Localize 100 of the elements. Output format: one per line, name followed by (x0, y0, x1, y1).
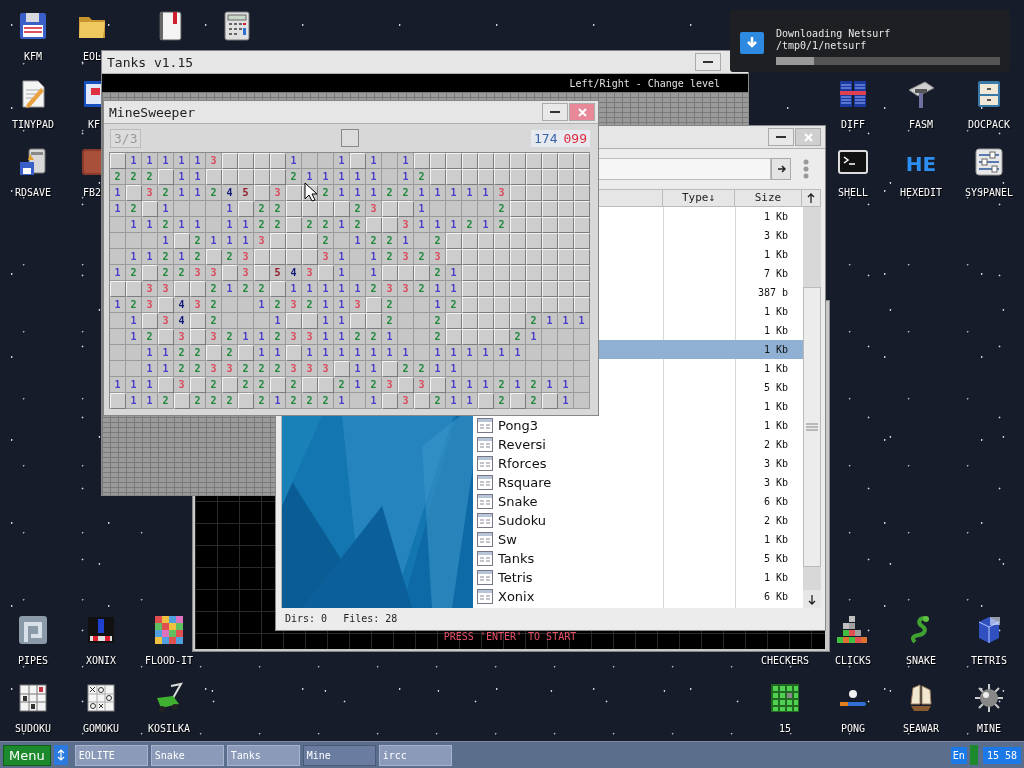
number-cell[interactable]: 1 (494, 345, 510, 361)
number-cell[interactable]: 2 (430, 233, 446, 249)
number-cell[interactable]: 2 (254, 201, 270, 217)
column-header[interactable]: Type↓ (663, 190, 735, 206)
number-cell[interactable]: 2 (206, 377, 222, 393)
number-cell[interactable]: 1 (366, 361, 382, 377)
number-cell[interactable]: 1 (446, 377, 462, 393)
scrollbar-thumb[interactable] (803, 287, 821, 567)
number-cell[interactable]: 1 (478, 345, 494, 361)
spiked-mine-icon[interactable] (973, 682, 1005, 714)
closed-cell[interactable] (462, 249, 478, 265)
open-cell[interactable] (126, 361, 142, 377)
closed-cell[interactable] (494, 313, 510, 329)
open-cell[interactable] (110, 217, 126, 233)
closed-cell[interactable] (446, 233, 462, 249)
file-row[interactable]: Pong3 1 Kb (473, 416, 803, 435)
number-cell[interactable]: 1 (430, 297, 446, 313)
closed-cell[interactable] (462, 297, 478, 313)
save-icon[interactable] (17, 146, 49, 178)
icon-label[interactable]: RDSAVE (14, 187, 52, 199)
open-cell[interactable] (446, 201, 462, 217)
number-cell[interactable]: 3 (254, 233, 270, 249)
number-cell[interactable]: 2 (110, 169, 126, 185)
open-cell[interactable] (206, 217, 222, 233)
closed-cell[interactable] (430, 153, 446, 169)
icon-label[interactable]: FLOOD-IT (144, 655, 194, 667)
number-cell[interactable]: 1 (366, 185, 382, 201)
open-cell[interactable] (558, 329, 574, 345)
number-cell[interactable]: 1 (174, 185, 190, 201)
number-cell[interactable]: 1 (174, 217, 190, 233)
number-cell[interactable]: 1 (350, 377, 366, 393)
closed-cell[interactable] (462, 329, 478, 345)
number-cell[interactable]: 1 (110, 377, 126, 393)
number-cell[interactable]: 2 (462, 217, 478, 233)
sliders-icon[interactable] (973, 146, 1005, 178)
number-cell[interactable]: 3 (142, 185, 158, 201)
number-cell[interactable]: 1 (270, 393, 286, 409)
closed-cell[interactable] (526, 217, 542, 233)
number-cell[interactable]: 3 (158, 313, 174, 329)
closed-cell[interactable] (222, 153, 238, 169)
number-cell[interactable]: 3 (174, 377, 190, 393)
open-cell[interactable] (110, 361, 126, 377)
file-row[interactable]: Xonix 6 Kb (473, 587, 803, 606)
closed-cell[interactable] (350, 153, 366, 169)
task-button[interactable]: EOLITE (74, 744, 148, 766)
number-cell[interactable]: 1 (126, 329, 142, 345)
calculator-icon[interactable] (221, 10, 253, 42)
number-cell[interactable]: 1 (398, 169, 414, 185)
number-cell[interactable]: 1 (142, 217, 158, 233)
number-cell[interactable]: 1 (558, 393, 574, 409)
closed-cell[interactable] (526, 297, 542, 313)
number-cell[interactable]: 3 (494, 185, 510, 201)
number-cell[interactable]: 1 (222, 233, 238, 249)
closed-cell[interactable] (414, 153, 430, 169)
closed-cell[interactable] (574, 201, 590, 217)
number-cell[interactable]: 1 (366, 249, 382, 265)
number-cell[interactable]: 1 (462, 185, 478, 201)
open-cell[interactable] (398, 329, 414, 345)
number-cell[interactable]: 2 (238, 281, 254, 297)
number-cell[interactable]: 1 (334, 217, 350, 233)
closed-cell[interactable] (286, 217, 302, 233)
number-cell[interactable]: 5 (270, 265, 286, 281)
number-cell[interactable]: 2 (302, 217, 318, 233)
number-cell[interactable]: 1 (462, 377, 478, 393)
number-cell[interactable]: 1 (414, 217, 430, 233)
number-cell[interactable]: 2 (222, 329, 238, 345)
number-cell[interactable]: 1 (414, 185, 430, 201)
number-cell[interactable]: 1 (142, 361, 158, 377)
number-cell[interactable]: 2 (430, 313, 446, 329)
open-cell[interactable] (238, 313, 254, 329)
number-cell[interactable]: 1 (126, 249, 142, 265)
closed-cell[interactable] (382, 361, 398, 377)
number-cell[interactable]: 1 (222, 281, 238, 297)
closed-cell[interactable] (430, 377, 446, 393)
closed-cell[interactable] (222, 265, 238, 281)
closed-cell[interactable] (558, 233, 574, 249)
closed-cell[interactable] (478, 297, 494, 313)
number-cell[interactable]: 1 (462, 345, 478, 361)
number-cell[interactable]: 2 (174, 265, 190, 281)
number-cell[interactable]: 1 (414, 201, 430, 217)
number-cell[interactable]: 4 (174, 297, 190, 313)
closed-cell[interactable] (478, 169, 494, 185)
closed-cell[interactable] (318, 265, 334, 281)
clock[interactable]: 15 58 (982, 746, 1021, 764)
closed-cell[interactable] (158, 377, 174, 393)
icon-label[interactable]: EOL (82, 51, 102, 63)
number-cell[interactable]: 1 (174, 169, 190, 185)
number-cell[interactable]: 1 (430, 185, 446, 201)
closed-cell[interactable] (222, 169, 238, 185)
open-cell[interactable] (414, 313, 430, 329)
number-cell[interactable]: 2 (190, 249, 206, 265)
number-cell[interactable]: 2 (494, 377, 510, 393)
number-cell[interactable]: 2 (270, 329, 286, 345)
hex-editor-icon[interactable]: HE (905, 146, 937, 178)
number-cell[interactable]: 2 (494, 393, 510, 409)
number-cell[interactable]: 3 (302, 361, 318, 377)
number-cell[interactable]: 2 (526, 393, 542, 409)
number-cell[interactable]: 1 (430, 345, 446, 361)
number-cell[interactable]: 1 (270, 313, 286, 329)
closed-cell[interactable] (206, 249, 222, 265)
